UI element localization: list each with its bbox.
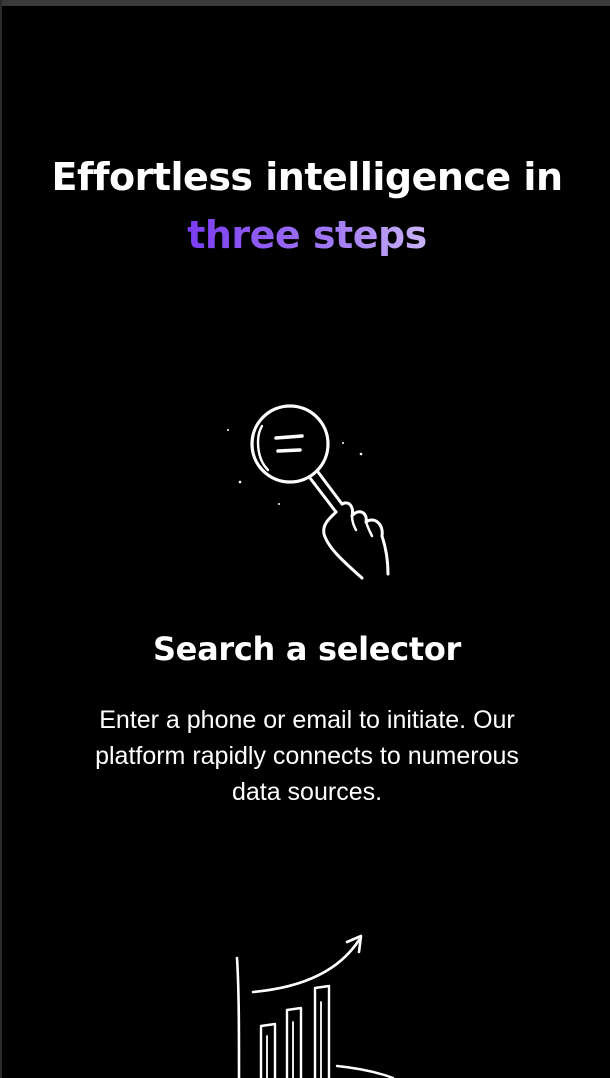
heading-accent: three steps	[187, 213, 427, 257]
growth-chart-icon	[235, 934, 395, 1078]
magnifier-hand-icon	[227, 404, 390, 580]
heading-line: Effortless intelligence in	[51, 155, 563, 199]
step-title: Search a selector	[152, 630, 462, 668]
section-heading: Effortless intelligence in three steps	[2, 148, 610, 264]
steps-section: Effortless intelligence in three steps S…	[0, 0, 610, 1078]
window-top-bar	[2, 0, 610, 6]
step-description: Enter a phone or email to initiate. Our …	[95, 706, 519, 806]
